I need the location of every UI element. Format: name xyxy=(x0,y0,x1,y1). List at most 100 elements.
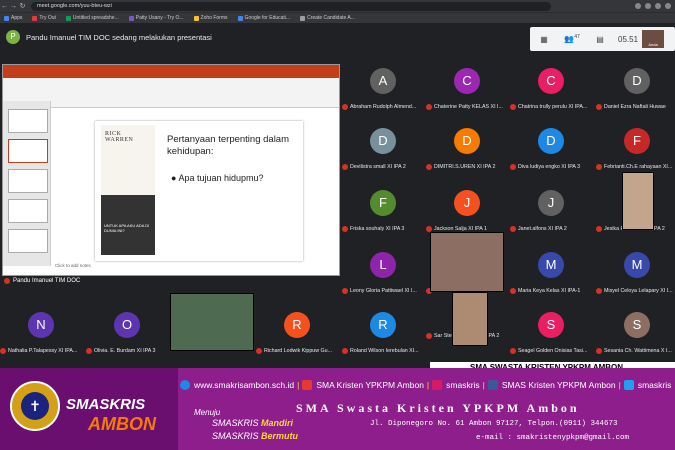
participant-tile[interactable]: S Seagel Golden Onisias Tasi... xyxy=(510,308,592,354)
participant-tile[interactable]: C Chaterine Patty KELAS XI I... xyxy=(426,64,508,110)
participant-tile[interactable]: F Friska souhaly XI IPA 3 xyxy=(342,186,424,232)
participant-tile[interactable]: J Janet.alfons XI IPA 2 xyxy=(510,186,592,232)
participant-tile[interactable]: D Devilistra small XI IPA 2 xyxy=(342,124,424,170)
participant-tile[interactable]: A Abraham Rudolph Almend... xyxy=(342,64,424,110)
participant-tile[interactable]: M Misyel Celoya Lelapary XI I... xyxy=(596,248,675,294)
mic-off-icon xyxy=(510,288,516,294)
participant-name: Chatrina trully perulu XI IPA... xyxy=(510,104,592,110)
slide-thumbnail[interactable] xyxy=(8,229,48,253)
mic-off-icon xyxy=(510,226,516,232)
bookmark-patty[interactable]: Patty Usany - Try O... xyxy=(128,15,184,21)
participant-avatar: C xyxy=(454,68,480,94)
participant-tile[interactable]: J Jackson Salja XI IPA 1 xyxy=(426,186,508,232)
bookmark-zoho[interactable]: Zoho Forms xyxy=(193,15,228,21)
menu-icon[interactable] xyxy=(665,3,671,9)
self-view: Anda xyxy=(642,30,665,48)
banner-brand-panel: ✝ SMASKRIS AMBON xyxy=(0,368,178,450)
participant-video xyxy=(170,293,254,351)
participant-name-text: Richard Lodwik Kippuw Gu... xyxy=(264,348,333,354)
book-title: UNTUK APA AKU ADA DI DUNIA INI? xyxy=(104,223,150,233)
bookmark-icon xyxy=(300,15,306,21)
mic-off-icon xyxy=(510,348,516,354)
participant-name: Diva ludiya engko XI IPA 3 xyxy=(510,164,592,170)
participant-name: Abraham Rudolph Almend... xyxy=(342,104,424,110)
participant-avatar: M xyxy=(624,252,650,278)
chat-icon[interactable]: ▤ xyxy=(586,35,614,44)
participant-name-text: Roland Wilson Ierebulan XI... xyxy=(350,348,419,354)
participant-name: Daniel Ezra Naftali Huwae xyxy=(596,104,675,110)
twitter-link[interactable]: smaskris xyxy=(638,380,672,390)
participant-tile[interactable]: R Roland Wilson Ierebulan XI... xyxy=(342,308,424,354)
bookmark-apps[interactable]: Apps xyxy=(4,15,22,21)
bookmarks-bar: Apps Try Out Untitled spreadshe... Patty… xyxy=(0,12,675,23)
bookmark-spreadsheet[interactable]: Untitled spreadshe... xyxy=(65,15,119,21)
screenshot-root: ← → ↻ meet.google.com/yuu-bteu-wzi Apps … xyxy=(0,0,675,450)
instagram-link[interactable]: smaskris xyxy=(446,380,480,390)
social-links: www.smakrisambon.sch.id | SMA Kristen YPK… xyxy=(180,378,675,392)
participant-avatar: D xyxy=(454,128,480,154)
people-button[interactable]: 👥47 xyxy=(558,34,586,44)
notes-pane[interactable]: Click to add notes xyxy=(55,263,91,268)
participant-tile[interactable]: S Sesania Ch. Wattimena X I... xyxy=(596,308,675,354)
star-icon[interactable] xyxy=(635,3,641,9)
mic-off-icon xyxy=(342,164,348,170)
participant-tile[interactable]: L Leony Gloria Pattiwael XI I... xyxy=(342,248,424,294)
facebook-link[interactable]: SMAS Kristen YPKPM Ambon xyxy=(502,380,616,390)
apps-icon xyxy=(4,15,9,21)
participant-tile[interactable]: O Olivia. E. Burdam XI IPA 3 xyxy=(86,308,168,354)
participant-name-text: Seagel Golden Onisias Tasi... xyxy=(518,348,588,354)
participant-name-text: Janet.alfons XI IPA 2 xyxy=(518,226,567,232)
participant-name: Richard Lodwik Kippuw Gu... xyxy=(256,348,338,354)
bookmark-icon xyxy=(32,15,38,21)
participant-name-text: Maria Keya Kelas XI IPA-1 xyxy=(518,288,581,294)
participant-tile[interactable]: D Diva ludiya engko XI IPA 3 xyxy=(510,124,592,170)
participant-name-text: Daniel Ezra Naftali Huwae xyxy=(604,104,666,110)
participant-tile[interactable]: F Febrianti.Ch.E rahayaan XI... xyxy=(596,124,675,170)
participant-avatar: S xyxy=(624,312,650,338)
slide-thumbnail[interactable] xyxy=(8,109,48,133)
meet-controls: ▦ 👥47 ▤ 05.51 Anda xyxy=(530,27,675,51)
bookmark-icon xyxy=(128,15,134,21)
participant-name: Friska souhaly XI IPA 3 xyxy=(342,226,424,232)
website-link[interactable]: www.smakrisambon.sch.id xyxy=(194,380,294,390)
participant-name: Chaterine Patty KELAS XI I... xyxy=(426,104,508,110)
participant-tile[interactable]: R Richard Lodwik Kippuw Gu... xyxy=(256,308,338,354)
book-author: RICK WARREN xyxy=(105,131,134,143)
bookmark-candidate[interactable]: Create Candidate A... xyxy=(300,15,355,21)
participant-tile[interactable]: N Nathalia P.Talapessy XI IPA... xyxy=(0,308,82,354)
youtube-link[interactable]: SMA Kristen YPKPM Ambon xyxy=(316,380,424,390)
extension-icon[interactable] xyxy=(645,3,651,9)
address-bar[interactable]: meet.google.com/yuu-bteu-wzi xyxy=(31,1,551,11)
bookmark-tryout[interactable]: Try Out xyxy=(32,15,56,21)
school-banner: ✝ SMASKRIS AMBON www.smakrisambon.sch.id… xyxy=(0,368,675,450)
tagline-bermutu: SMASKRIS Bermutu xyxy=(212,431,299,441)
reload-icon[interactable]: ↻ xyxy=(18,2,27,10)
participant-avatar: F xyxy=(370,190,396,216)
slide-thumbnail[interactable] xyxy=(8,199,48,223)
participant-tile[interactable]: D Daniel Ezra Naftali Huwae xyxy=(596,64,675,110)
tagline-mandiri: SMASKRIS Mandiri xyxy=(212,418,294,428)
presentation-screen: RICK WARREN UNTUK APA AKU ADA DI DUNIA I… xyxy=(2,64,340,276)
profile-icon[interactable] xyxy=(655,3,661,9)
slide-thumbnail[interactable] xyxy=(8,139,48,163)
slide-heading: Pertanyaan terpenting dalam kehidupan: xyxy=(167,134,289,157)
participant-name-text: Misyel Celoya Lelapary XI I... xyxy=(604,288,673,294)
mic-off-icon xyxy=(86,348,92,354)
participant-tile[interactable]: C Chatrina trully perulu XI IPA... xyxy=(510,64,592,110)
slide-thumbnails xyxy=(3,101,51,266)
participant-name-text: Chatrina trully perulu XI IPA... xyxy=(518,104,588,110)
ribbon xyxy=(3,78,339,108)
participant-name-text: Febrianti.Ch.E rahayaan XI... xyxy=(604,164,673,170)
participant-tile[interactable]: D DIMITRI.S.UREN XI IPA 2 xyxy=(426,124,508,170)
twitter-icon xyxy=(623,380,634,390)
participant-name-text: Chaterine Patty KELAS XI I... xyxy=(434,104,503,110)
participant-tile[interactable]: M Maria Keya Kelas XI IPA-1 xyxy=(510,248,592,294)
forward-icon[interactable]: → xyxy=(9,3,18,10)
slide-thumbnail[interactable] xyxy=(8,169,48,193)
grid-layout-icon[interactable]: ▦ xyxy=(530,35,558,44)
mic-off-icon xyxy=(342,348,348,354)
school-name: SMA Swasta Kristen YPKPM Ambon xyxy=(296,401,580,415)
book-cover-photo: UNTUK APA AKU ADA DI DUNIA INI? xyxy=(101,195,155,255)
back-icon[interactable]: ← xyxy=(0,3,9,10)
bookmark-google-edu[interactable]: Google for Educati... xyxy=(237,15,290,21)
